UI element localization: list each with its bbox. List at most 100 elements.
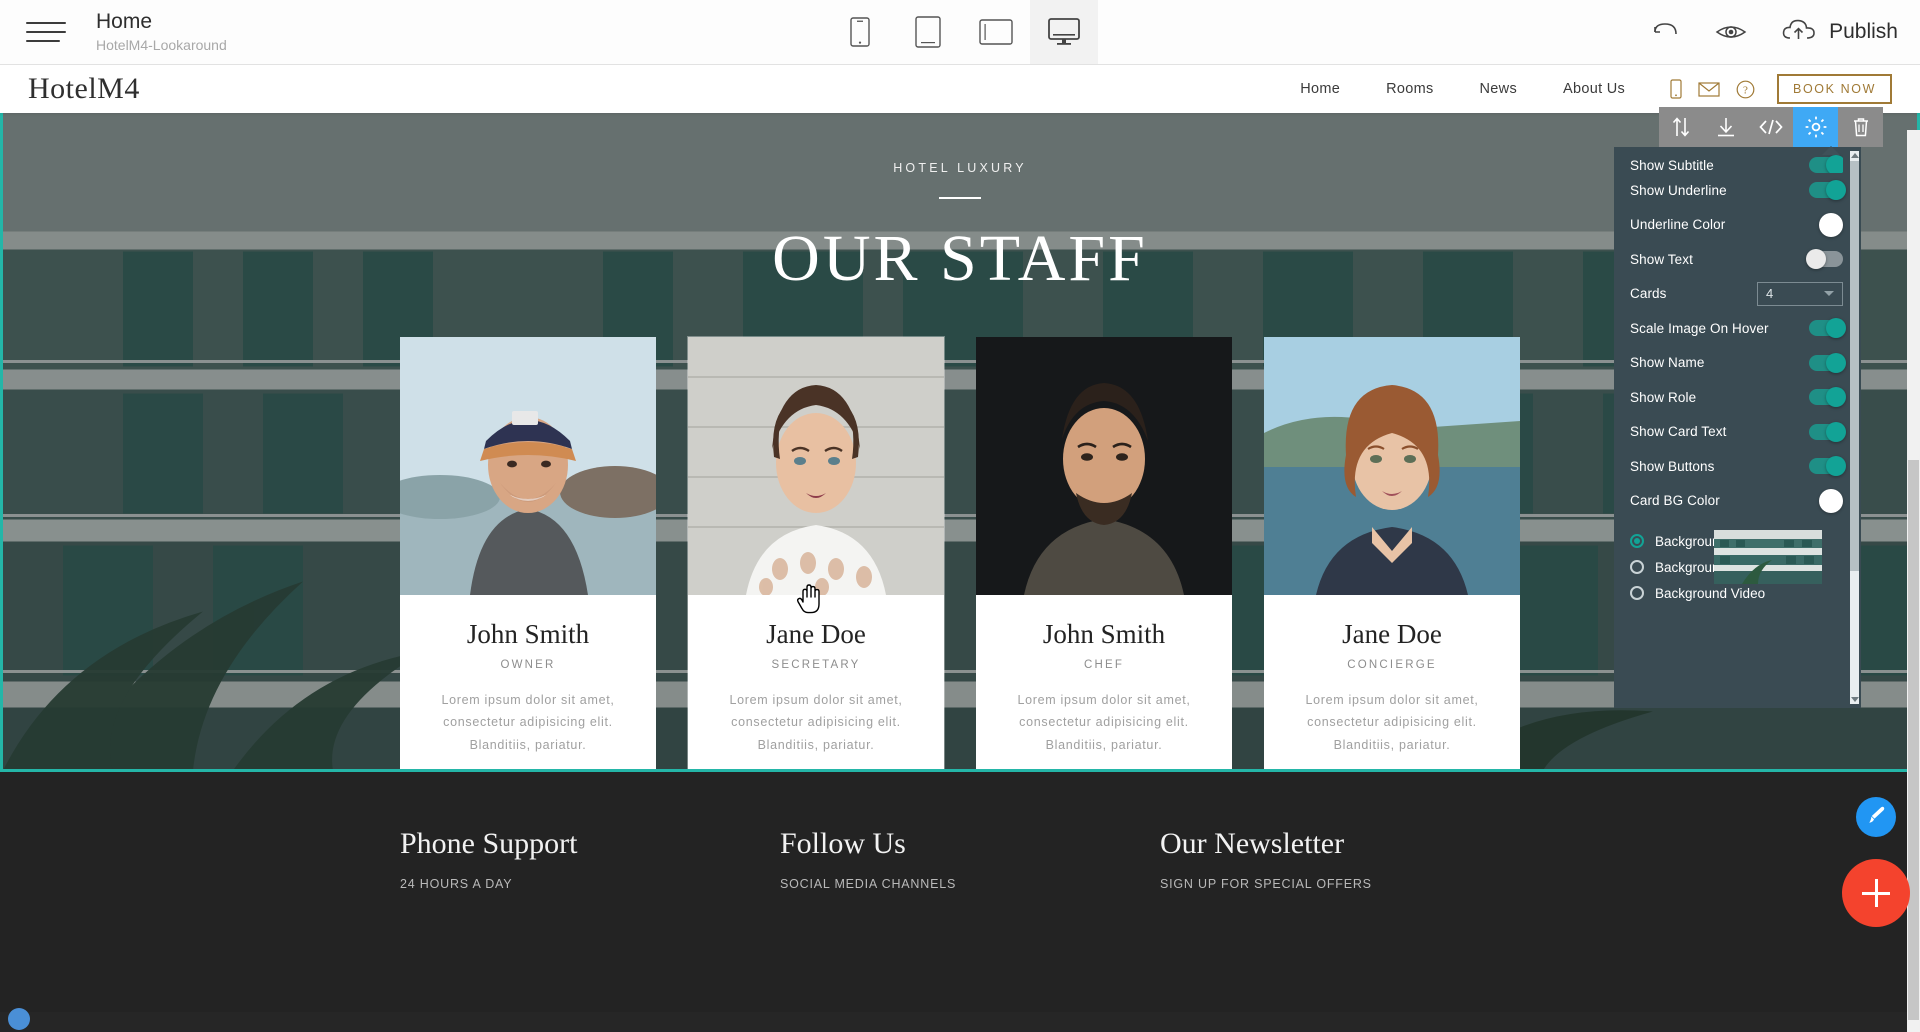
- settings-rows: Show Subtitle Show Underline Underline C…: [1614, 147, 1861, 708]
- undo-icon[interactable]: [1651, 20, 1681, 44]
- nav-item-about-us[interactable]: About Us: [1540, 81, 1648, 97]
- page-title: Home: [96, 10, 153, 34]
- setting-scale-image-on-hover[interactable]: Scale Image On Hover: [1630, 311, 1846, 346]
- setting-show-buttons[interactable]: Show Buttons: [1630, 449, 1846, 484]
- block-toolbar: [1659, 107, 1883, 147]
- toggle-show-name[interactable]: [1809, 352, 1846, 373]
- staff-card-body: John Smith OWNER Lorem ipsum dolor sit a…: [400, 595, 656, 769]
- site-footer: Phone Support 24 HOURS A DAY Follow Us S…: [0, 772, 1920, 1012]
- staff-photo[interactable]: [976, 337, 1232, 595]
- chevron-down-icon: [1824, 291, 1834, 297]
- footer-column-phone-support: Phone Support 24 HOURS A DAY: [400, 827, 780, 1012]
- panel-scrollbar-thumb[interactable]: [1850, 161, 1859, 571]
- staff-text: Lorem ipsum dolor sit amet, consectetur …: [1017, 693, 1191, 752]
- nav-item-rooms[interactable]: Rooms: [1363, 81, 1456, 97]
- device-preview-switcher: [826, 0, 1098, 64]
- setting-underline-color[interactable]: Underline Color: [1630, 208, 1843, 243]
- footer-subtitle: 24 HOURS A DAY: [400, 877, 513, 891]
- add-block-fab[interactable]: [1842, 859, 1910, 927]
- cards-count-select[interactable]: 4: [1757, 281, 1843, 306]
- editor-actions: Publish: [1651, 0, 1898, 64]
- scroll-up-icon[interactable]: [1851, 153, 1859, 158]
- help-badge-icon[interactable]: [8, 1008, 30, 1030]
- staff-name: Jane Doe: [1342, 619, 1442, 649]
- phone-icon[interactable]: [1670, 79, 1682, 99]
- gear-icon[interactable]: [1793, 107, 1839, 147]
- background-image-thumbnail[interactable]: [1714, 530, 1822, 584]
- device-desktop-button[interactable]: [1030, 0, 1098, 64]
- envelope-icon[interactable]: [1698, 81, 1720, 98]
- setting-show-card-text[interactable]: Show Card Text: [1630, 415, 1846, 450]
- mobirise-editor-window: Home HotelM4-Lookaround Publish HotelM4 …: [0, 0, 1920, 1032]
- setting-show-name[interactable]: Show Name: [1630, 346, 1846, 381]
- radio-icon: [1630, 534, 1644, 548]
- nav-item-news[interactable]: News: [1457, 81, 1540, 97]
- toggle-show-card-text[interactable]: [1809, 421, 1846, 442]
- cards-count-value: 4: [1766, 286, 1774, 302]
- publish-label: Publish: [1829, 20, 1898, 43]
- trash-icon[interactable]: [1838, 107, 1883, 147]
- staff-card[interactable]: John Smith CHEF Lorem ipsum dolor sit am…: [976, 337, 1232, 769]
- toggle-show-underline[interactable]: [1809, 180, 1846, 201]
- question-circle-icon[interactable]: ?: [1736, 80, 1755, 99]
- toggle-show-role[interactable]: [1809, 387, 1846, 408]
- setting-label: Show Card Text: [1630, 424, 1727, 440]
- site-nav: Home Rooms News About Us ? BOOK NOW: [1277, 74, 1892, 104]
- radio-label: Background Video: [1655, 585, 1766, 601]
- page-meta: Home HotelM4-Lookaround: [96, 10, 227, 53]
- nav-item-home[interactable]: Home: [1277, 81, 1363, 97]
- color-swatch-underline[interactable]: [1819, 212, 1843, 237]
- staff-photo[interactable]: [1264, 337, 1520, 595]
- style-brush-fab[interactable]: [1856, 797, 1896, 837]
- setting-card-bg-color[interactable]: Card BG Color: [1630, 484, 1843, 519]
- setting-show-role[interactable]: Show Role: [1630, 380, 1846, 415]
- setting-show-underline[interactable]: Show Underline: [1630, 173, 1846, 208]
- staff-card[interactable]: Jane Doe SECRETARY Lorem ipsum dolor sit…: [688, 337, 944, 769]
- footer-title: Follow Us: [780, 827, 906, 860]
- book-now-button[interactable]: BOOK NOW: [1777, 74, 1892, 104]
- setting-label: Card BG Color: [1630, 493, 1720, 509]
- color-swatch-card-bg[interactable]: [1819, 488, 1843, 513]
- setting-show-subtitle[interactable]: Show Subtitle: [1630, 151, 1843, 173]
- toggle-show-buttons[interactable]: [1809, 456, 1846, 477]
- hamburger-icon[interactable]: [26, 15, 66, 49]
- footer-title: Our Newsletter: [1160, 827, 1345, 860]
- toggle-show-text[interactable]: [1806, 249, 1843, 270]
- footer-column-follow-us: Follow Us SOCIAL MEDIA CHANNELS: [780, 827, 1160, 1012]
- toggle-scale-image-on-hover[interactable]: [1809, 318, 1846, 339]
- scroll-down-icon[interactable]: [1851, 697, 1859, 702]
- staff-photo[interactable]: [400, 337, 656, 595]
- staff-card-body: Jane Doe CONCIERGE Lorem ipsum dolor sit…: [1264, 595, 1520, 769]
- setting-label: Show Subtitle: [1630, 158, 1714, 173]
- page-scrollbar-thumb[interactable]: [1908, 460, 1919, 1020]
- staff-card-body: Jane Doe SECRETARY Lorem ipsum dolor sit…: [688, 595, 944, 769]
- staff-card[interactable]: Jane Doe CONCIERGE Lorem ipsum dolor sit…: [1264, 337, 1520, 769]
- device-mobile-button[interactable]: [826, 0, 894, 64]
- device-tablet-landscape-button[interactable]: [962, 0, 1030, 64]
- footer-subtitle: SIGN UP FOR SPECIAL OFFERS: [1160, 877, 1372, 891]
- setting-cards-count[interactable]: Cards 4: [1630, 277, 1843, 312]
- publish-button[interactable]: Publish: [1781, 17, 1898, 48]
- panel-scrollbar[interactable]: [1850, 151, 1859, 704]
- setting-label: Show Name: [1630, 355, 1705, 371]
- paintbrush-icon: [1865, 804, 1887, 831]
- site-brand[interactable]: HotelM4: [28, 72, 140, 106]
- setting-label: Underline Color: [1630, 217, 1726, 233]
- staff-role: CHEF: [1083, 659, 1125, 671]
- device-tablet-button[interactable]: [894, 0, 962, 64]
- radio-icon: [1630, 586, 1644, 600]
- staff-name: Jane Doe: [766, 619, 866, 649]
- toggle-show-subtitle[interactable]: [1809, 155, 1843, 173]
- setting-label: Cards: [1630, 286, 1667, 302]
- staff-photo[interactable]: [688, 337, 944, 595]
- staff-card[interactable]: John Smith OWNER Lorem ipsum dolor sit a…: [400, 337, 656, 769]
- staff-text: Lorem ipsum dolor sit amet, consectetur …: [729, 693, 903, 752]
- arrows-up-down-icon[interactable]: [1659, 107, 1704, 147]
- staff-card-body: John Smith CHEF Lorem ipsum dolor sit am…: [976, 595, 1232, 769]
- setting-label: Show Text: [1630, 251, 1693, 267]
- setting-show-text[interactable]: Show Text: [1630, 242, 1843, 277]
- code-icon[interactable]: [1749, 107, 1794, 147]
- cloud-upload-icon: [1781, 17, 1817, 48]
- download-icon[interactable]: [1704, 107, 1749, 147]
- eye-icon[interactable]: [1715, 21, 1747, 43]
